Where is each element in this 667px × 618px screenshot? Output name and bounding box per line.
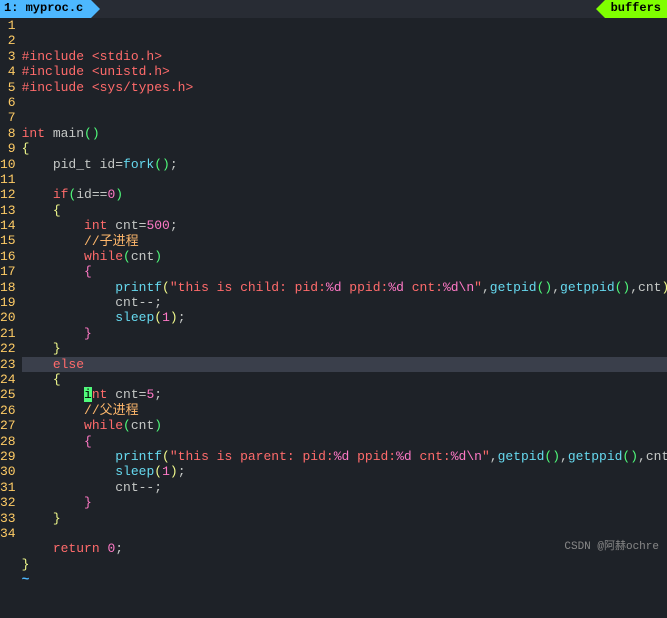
code-line[interactable]	[22, 95, 667, 110]
code-line[interactable]: //父进程	[22, 403, 667, 418]
code-area[interactable]: #include <stdio.h>#include <unistd.h>#in…	[22, 18, 667, 555]
empty-line-tilde: ~	[22, 572, 667, 587]
code-line[interactable]: cnt--;	[22, 295, 667, 310]
tab-buffers[interactable]: buffers	[605, 0, 667, 18]
line-number: 25	[0, 387, 16, 402]
line-number: 1	[0, 18, 16, 33]
line-number: 30	[0, 464, 16, 479]
line-number: 2	[0, 33, 16, 48]
line-number: 26	[0, 403, 16, 418]
line-number: 14	[0, 218, 16, 233]
line-number: 13	[0, 203, 16, 218]
code-line[interactable]: sleep(1);	[22, 310, 667, 325]
code-line[interactable]: }	[22, 511, 667, 526]
line-number: 24	[0, 372, 16, 387]
code-line[interactable]: int cnt=500;	[22, 218, 667, 233]
code-line[interactable]: #include <sys/types.h>	[22, 80, 667, 95]
code-line[interactable]: }	[22, 495, 667, 510]
code-line[interactable]: printf("this is parent: pid:%d ppid:%d c…	[22, 449, 667, 464]
code-line[interactable]: }	[22, 341, 667, 356]
code-line[interactable]	[22, 172, 667, 187]
line-number: 18	[0, 280, 16, 295]
code-line[interactable]	[22, 110, 667, 125]
code-line[interactable]: {	[22, 434, 667, 449]
line-number: 4	[0, 64, 16, 79]
line-number: 32	[0, 495, 16, 510]
code-line[interactable]: int main()	[22, 126, 667, 141]
code-line[interactable]: //子进程	[22, 234, 667, 249]
code-line[interactable]: else	[22, 357, 667, 372]
code-line[interactable]: }	[22, 326, 667, 341]
line-number: 22	[0, 341, 16, 356]
code-line[interactable]: while(cnt)	[22, 418, 667, 433]
code-line[interactable]: while(cnt)	[22, 249, 667, 264]
line-number: 29	[0, 449, 16, 464]
line-number: 15	[0, 233, 16, 248]
line-number: 34	[0, 526, 16, 541]
line-number: 8	[0, 126, 16, 141]
line-number: 21	[0, 326, 16, 341]
tab-bar: 1: myproc.c buffers	[0, 0, 667, 18]
line-number: 16	[0, 249, 16, 264]
line-number: 19	[0, 295, 16, 310]
line-number: 9	[0, 141, 16, 156]
line-number-gutter: 1234567891011121314151617181920212223242…	[0, 18, 22, 555]
line-number: 33	[0, 511, 16, 526]
line-number: 7	[0, 110, 16, 125]
code-line[interactable]: int cnt=5;	[22, 387, 667, 402]
code-line[interactable]: {	[22, 141, 667, 156]
line-number: 20	[0, 310, 16, 325]
code-line[interactable]: if(id==0)	[22, 187, 667, 202]
code-line[interactable]	[22, 526, 667, 541]
code-line[interactable]: #include <unistd.h>	[22, 64, 667, 79]
code-line[interactable]: printf("this is child: pid:%d ppid:%d cn…	[22, 280, 667, 295]
line-number: 11	[0, 172, 16, 187]
code-content: #include <stdio.h>#include <unistd.h>#in…	[22, 49, 667, 588]
line-number: 3	[0, 49, 16, 64]
code-line[interactable]: {	[22, 372, 667, 387]
line-number: 5	[0, 80, 16, 95]
line-number: 10	[0, 157, 16, 172]
tab-filename: myproc.c	[26, 1, 84, 15]
line-number: 17	[0, 264, 16, 279]
code-line[interactable]: }	[22, 557, 667, 572]
code-line[interactable]: cnt--;	[22, 480, 667, 495]
line-number: 12	[0, 187, 16, 202]
tab-index: 1	[4, 1, 11, 15]
code-line[interactable]: {	[22, 203, 667, 218]
editor[interactable]: 1234567891011121314151617181920212223242…	[0, 18, 667, 555]
line-number: 6	[0, 95, 16, 110]
line-number: 28	[0, 434, 16, 449]
line-number: 27	[0, 418, 16, 433]
line-number: 31	[0, 480, 16, 495]
code-line[interactable]: {	[22, 264, 667, 279]
line-number: 23	[0, 357, 16, 372]
code-line[interactable]: #include <stdio.h>	[22, 49, 667, 64]
code-line[interactable]: pid_t id=fork();	[22, 157, 667, 172]
tab-current-file[interactable]: 1: myproc.c	[0, 0, 91, 18]
code-line[interactable]: return 0;	[22, 541, 667, 556]
code-line[interactable]: sleep(1);	[22, 464, 667, 479]
